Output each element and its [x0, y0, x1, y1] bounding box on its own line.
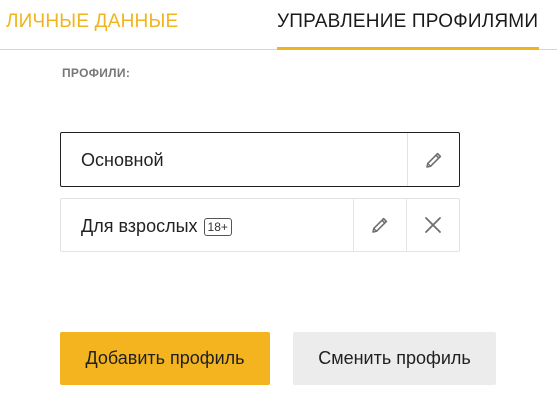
active-tab-underline — [277, 47, 539, 50]
pencil-icon — [424, 150, 444, 170]
edit-profile-button[interactable] — [407, 133, 460, 186]
profile-row-adult[interactable]: Для взрослых 18+ — [60, 198, 460, 252]
close-icon — [424, 216, 442, 234]
tab-profile-management[interactable]: УПРАВЛЕНИЕ ПРОФИЛЯМИ — [277, 10, 539, 50]
profile-settings-page: ЛИЧНЫЕ ДАННЫЕ УПРАВЛЕНИЕ ПРОФИЛЯМИ ПРОФИ… — [0, 0, 557, 400]
tab-bar: ЛИЧНЫЕ ДАННЫЕ УПРАВЛЕНИЕ ПРОФИЛЯМИ — [0, 0, 557, 50]
profile-row-main[interactable]: Основной — [60, 132, 460, 187]
tab-personal-data-label: ЛИЧНЫЕ ДАННЫЕ — [6, 11, 179, 32]
section-label: ПРОФИЛИ: — [62, 66, 131, 80]
pencil-icon — [370, 215, 390, 235]
tab-personal-data[interactable]: ЛИЧНЫЕ ДАННЫЕ — [6, 10, 178, 50]
profile-name: Основной — [81, 150, 164, 170]
profile-name: Для взрослых 18+ — [81, 216, 232, 236]
tab-profile-management-label: УПРАВЛЕНИЕ ПРОФИЛЯМИ — [277, 11, 539, 32]
delete-profile-button[interactable] — [406, 199, 459, 251]
profile-name-text: Для взрослых — [81, 216, 198, 236]
switch-profile-button[interactable]: Сменить профиль — [293, 332, 496, 385]
age-rating-badge: 18+ — [203, 218, 232, 236]
add-profile-button[interactable]: Добавить профиль — [60, 332, 270, 385]
edit-profile-button[interactable] — [353, 199, 406, 251]
